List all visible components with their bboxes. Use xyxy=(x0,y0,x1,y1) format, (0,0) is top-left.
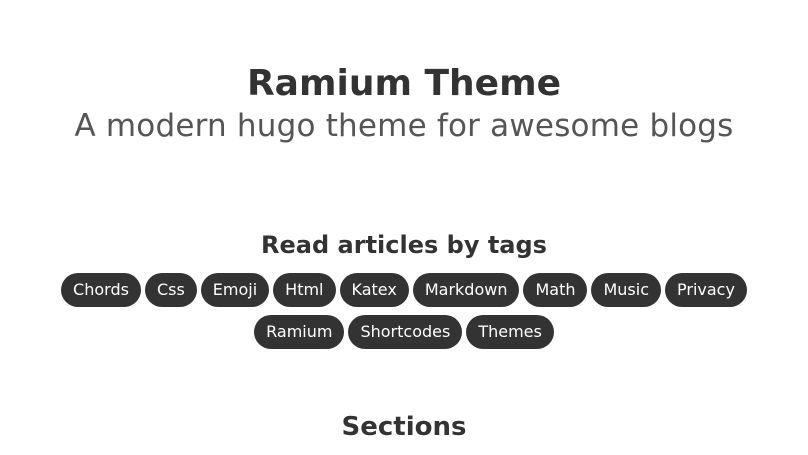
tag-markdown[interactable]: Markdown xyxy=(412,273,520,307)
tag-list: Chords Css Emoji Html Katex Markdown Mat… xyxy=(44,273,764,349)
tag-shortcodes[interactable]: Shortcodes xyxy=(348,315,463,349)
tag-html[interactable]: Html xyxy=(273,273,336,307)
tag-chords[interactable]: Chords xyxy=(61,273,141,307)
site-header: Ramium Theme A modern hugo theme for awe… xyxy=(0,62,808,146)
tag-themes[interactable]: Themes xyxy=(466,315,554,349)
tag-privacy[interactable]: Privacy xyxy=(665,273,747,307)
site-title: Ramium Theme xyxy=(246,63,562,104)
tag-css[interactable]: Css xyxy=(144,273,197,307)
tags-section: Read articles by tags Chords Css Emoji H… xyxy=(0,229,808,349)
tag-emoji[interactable]: Emoji xyxy=(200,273,270,307)
tags-heading: Read articles by tags xyxy=(261,231,547,259)
sections-heading: Sections xyxy=(341,412,467,442)
tag-music[interactable]: Music xyxy=(591,273,662,307)
tag-math[interactable]: Math xyxy=(523,273,588,307)
tag-katex[interactable]: Katex xyxy=(339,273,409,307)
tag-ramium[interactable]: Ramium xyxy=(254,315,345,349)
site-subtitle: A modern hugo theme for awesome blogs xyxy=(74,108,734,144)
